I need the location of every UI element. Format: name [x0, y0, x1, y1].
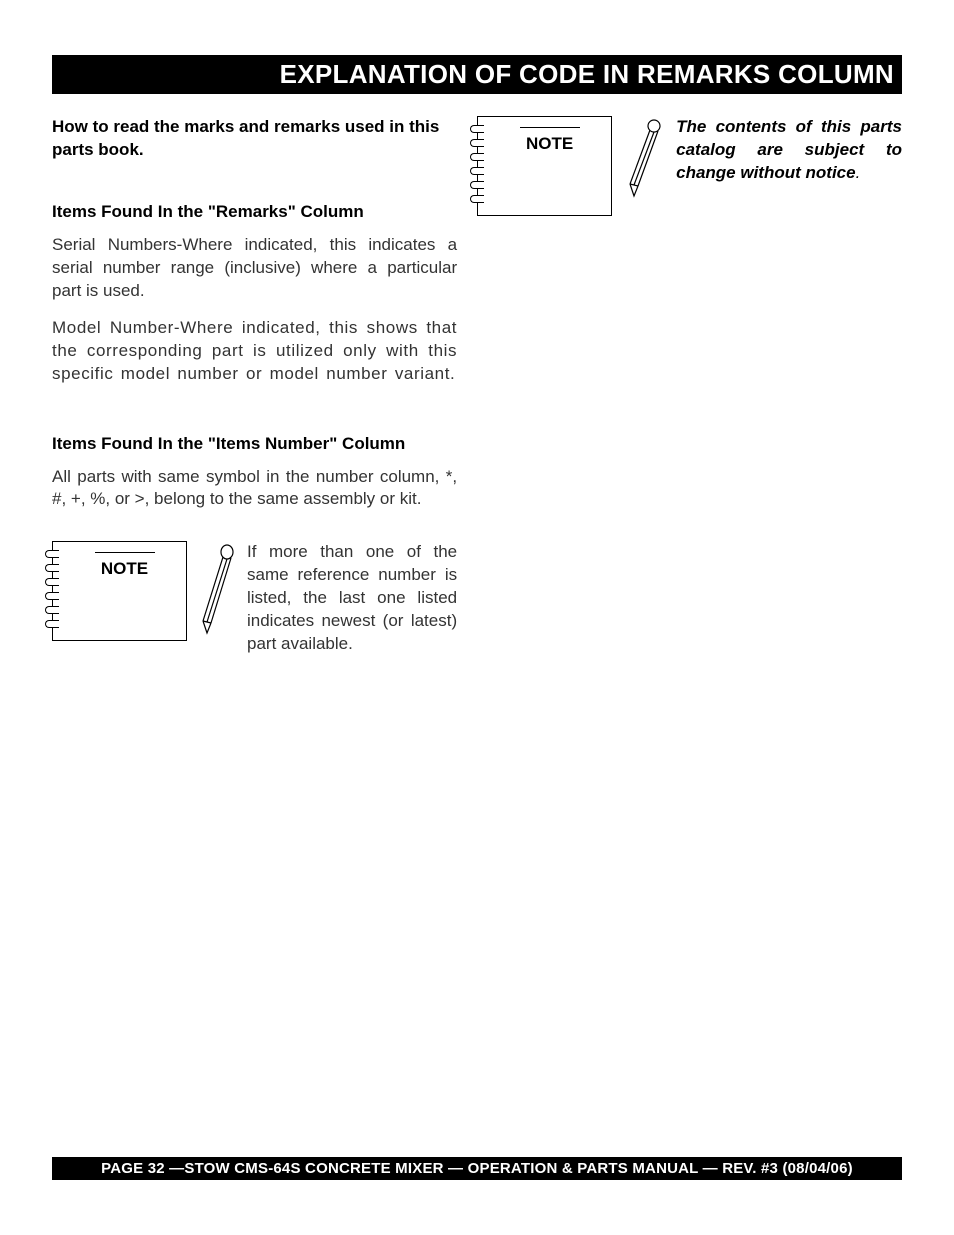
remarks-model-text: Model Number-Where indicated, this shows… — [52, 317, 457, 386]
header-title: EXPLANATION OF CODE IN REMARKS COLUMN — [280, 59, 894, 89]
pencil-icon — [624, 118, 664, 203]
note-label-1: NOTE — [71, 559, 178, 579]
items-heading: Items Found In the "Items Number" Column — [52, 434, 457, 454]
page-header-bar: EXPLANATION OF CODE IN REMARKS COLUMN — [52, 55, 902, 94]
note-box-2: NOTE — [477, 116, 612, 216]
footer-text: PAGE 32 —STOW CMS-64S CONCRETE MIXER — O… — [101, 1160, 853, 1177]
note-text-2: The contents of this parts catalog are s… — [676, 116, 902, 656]
remarks-heading: Items Found In the "Remarks" Column — [52, 202, 457, 222]
remarks-serial-text: Serial Numbers-Where indicated, this ind… — [52, 234, 457, 303]
note-text-1: If more than one of the same reference n… — [247, 541, 457, 656]
page-footer-bar: PAGE 32 —STOW CMS-64S CONCRETE MIXER — O… — [52, 1157, 902, 1180]
note-row-1: NOTE If more than one of the same refere… — [52, 541, 457, 656]
spiral-binding-icon — [45, 550, 59, 628]
items-body-text: All parts with same symbol in the number… — [52, 466, 457, 512]
left-column: How to read the marks and remarks used i… — [52, 116, 457, 656]
right-column: NOTE The contents of this parts catalog … — [477, 116, 902, 656]
intro-text: How to read the marks and remarks used i… — [52, 116, 457, 162]
note-box-1: NOTE — [52, 541, 187, 641]
pencil-icon — [197, 543, 237, 638]
note-label-2: NOTE — [496, 134, 603, 154]
spiral-binding-icon — [470, 125, 484, 203]
content-columns: How to read the marks and remarks used i… — [52, 116, 902, 656]
